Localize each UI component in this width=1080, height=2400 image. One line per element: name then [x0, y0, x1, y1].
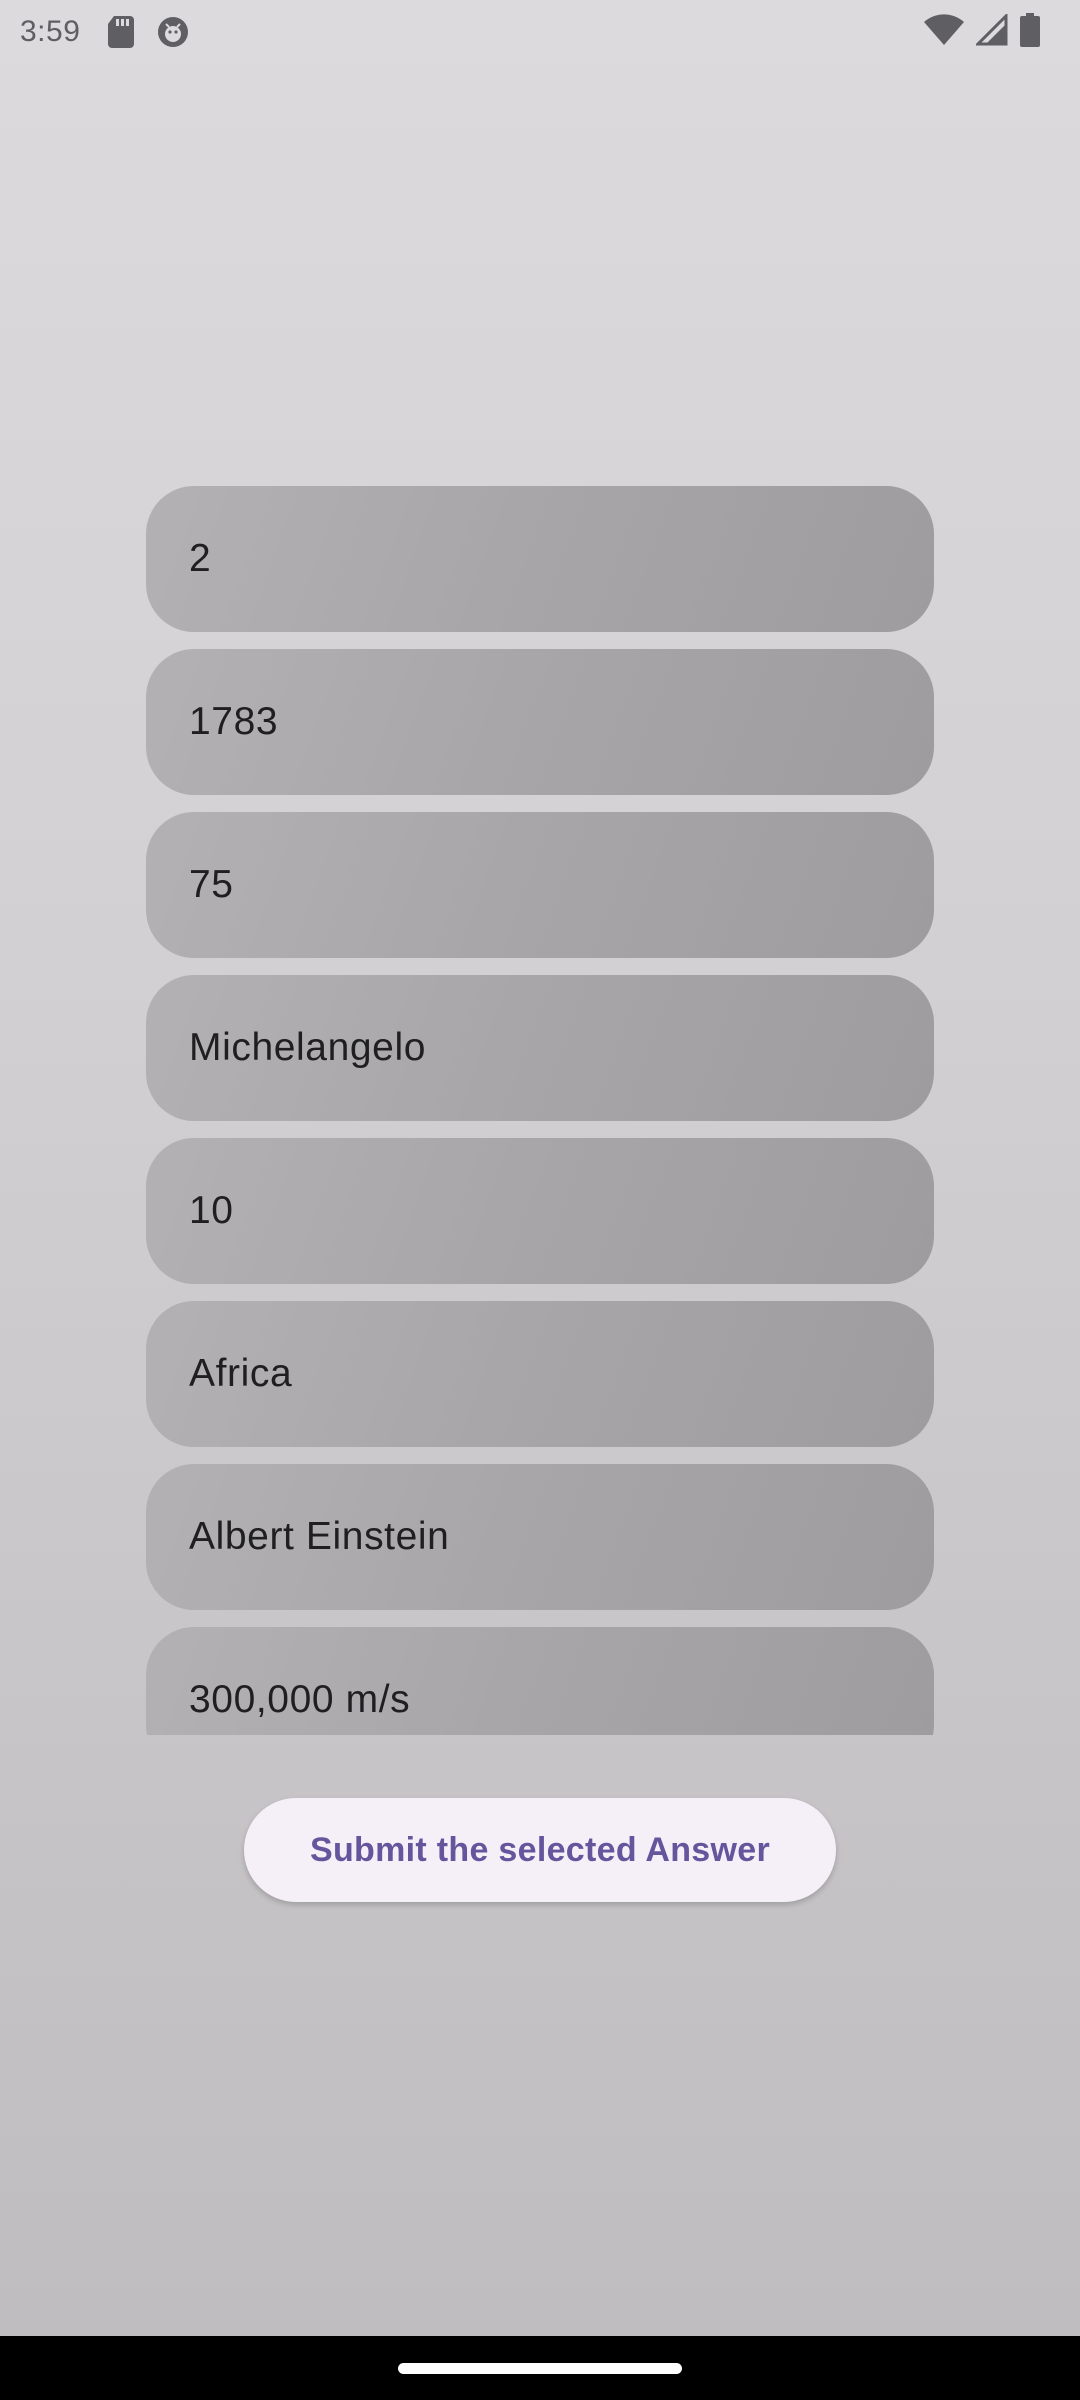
navigation-bar — [0, 2336, 1080, 2400]
answer-label: Michelangelo — [189, 1026, 427, 1069]
answer-option[interactable]: 1783 — [146, 649, 934, 795]
submit-answer-button[interactable]: Submit the selected Answer — [244, 1798, 836, 1902]
cellular-signal-icon — [974, 11, 1008, 51]
answer-label: 75 — [189, 863, 234, 906]
answer-option[interactable]: 300,000 m/s — [146, 1627, 934, 1735]
answer-option[interactable]: 10 — [146, 1138, 934, 1284]
debug-icon — [156, 15, 190, 49]
answer-label: 10 — [189, 1189, 234, 1232]
battery-icon — [1020, 12, 1040, 52]
answer-option[interactable]: 2 — [146, 486, 934, 632]
answer-option[interactable]: Africa — [146, 1301, 934, 1447]
answer-label: 300,000 m/s — [189, 1678, 411, 1721]
answer-option[interactable]: Michelangelo — [146, 975, 934, 1121]
wifi-icon — [924, 13, 964, 51]
status-time: 3:59 — [20, 15, 81, 48]
answer-list[interactable]: 2 1783 75 Michelangelo 10 Africa Albert … — [146, 486, 934, 1735]
sd-card-icon — [108, 16, 135, 48]
home-gesture-handle[interactable] — [398, 2363, 682, 2374]
status-icons-right — [924, 0, 1040, 64]
answer-label: 1783 — [189, 700, 279, 743]
submit-answer-label: Submit the selected Answer — [310, 1830, 770, 1869]
answer-option[interactable]: Albert Einstein — [146, 1464, 934, 1610]
answer-label: Albert Einstein — [189, 1515, 450, 1558]
quiz-screen: 3:59 2 1783 75 Michelangelo 10 Africa Al… — [0, 0, 1080, 2400]
answer-label: 2 — [189, 537, 212, 580]
status-bar: 3:59 — [0, 0, 1080, 64]
answer-label: Africa — [189, 1352, 293, 1395]
answer-option[interactable]: 75 — [146, 812, 934, 958]
